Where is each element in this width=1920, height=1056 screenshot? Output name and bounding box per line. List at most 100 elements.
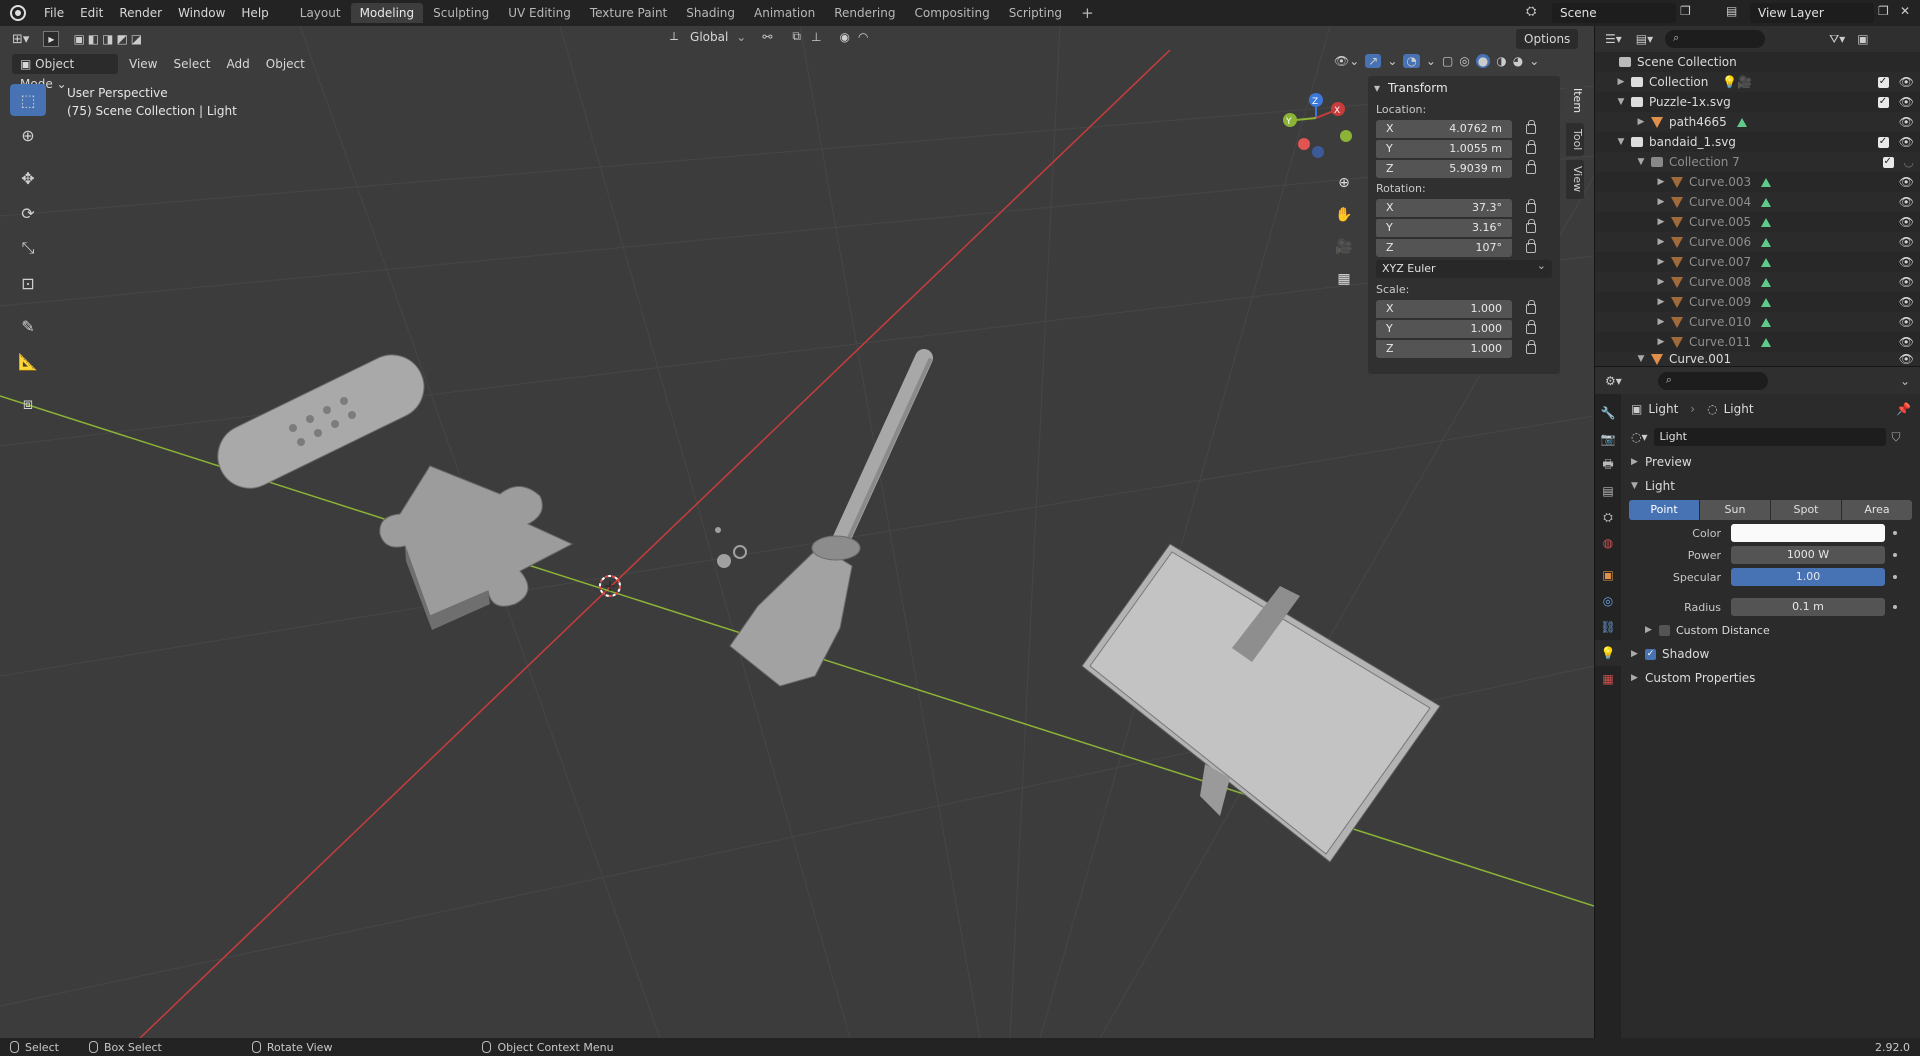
scale-y-field[interactable]: Y 1.000 (1376, 320, 1512, 338)
overlay-dropdown-icon[interactable]: ⌄ (1426, 54, 1436, 68)
outliner-row-bandaid[interactable]: ▼ bandaid_1.svg 👁 (1595, 132, 1920, 152)
new-collection-icon[interactable]: ▣ (1857, 32, 1868, 46)
transform-orientation-dropdown[interactable]: Global (682, 30, 736, 44)
chevron-down-icon[interactable]: ▼ (1635, 152, 1647, 172)
menu-help[interactable]: Help (233, 0, 276, 26)
view-layer-tab-icon[interactable]: ▤ (1595, 478, 1621, 504)
remove-view-layer-icon[interactable]: ✕ (1900, 4, 1910, 18)
tab-item[interactable]: Item (1566, 82, 1584, 120)
eye-icon[interactable]: 👁 (1899, 72, 1914, 92)
tab-rendering[interactable]: Rendering (825, 3, 904, 23)
eye-icon[interactable]: 👁 (1899, 212, 1914, 232)
visibility-icon[interactable]: 👁⌄ (1334, 54, 1359, 68)
falloff-icon[interactable]: ◠ (858, 30, 868, 44)
tab-animation[interactable]: Animation (745, 3, 824, 23)
light-type-sun-button[interactable]: Sun (1700, 500, 1770, 520)
add-workspace-button[interactable]: + (1072, 3, 1103, 23)
eye-icon[interactable]: ◡ (1904, 152, 1914, 172)
display-mode-icon[interactable]: ▤▾ (1636, 32, 1653, 46)
eye-icon[interactable]: 👁 (1899, 92, 1914, 112)
editor-type-icon[interactable]: ⊞▾ (12, 32, 29, 47)
object-tab-icon[interactable]: ▣ (1595, 562, 1621, 588)
location-y-field[interactable]: Y 1.0055 m (1376, 140, 1512, 158)
outliner-editor-type-icon[interactable]: ☰▾ (1605, 32, 1622, 46)
custom-distance-checkbox[interactable] (1659, 624, 1670, 636)
fake-user-shield-icon[interactable]: ⛉ (1892, 430, 1901, 445)
transform-tool-icon[interactable]: ⊡ (10, 267, 46, 299)
menu-view[interactable]: View (121, 57, 165, 71)
tab-shading[interactable]: Shading (677, 3, 744, 23)
measure-tool-icon[interactable]: 📐 (10, 345, 46, 377)
outliner-row-curve[interactable]: ▶ Curve.008 👁 (1595, 272, 1920, 292)
chevron-down-icon[interactable]: ⌄ (1900, 374, 1910, 388)
material-shading-icon[interactable]: ◑ (1496, 54, 1506, 68)
output-tab-icon[interactable]: 🖶 (1595, 452, 1621, 478)
eye-icon[interactable]: 👁 (1899, 312, 1914, 332)
3d-viewport[interactable]: Z X Y ⊞▾ ▸ ▣◧◨◩◪ ⟂ Global ⌄ ⚯ ⧉ ⊥ ◉ ◠ Op… (0, 26, 1594, 1038)
rotation-y-field[interactable]: Y 3.16° (1376, 219, 1512, 237)
scale-z-field[interactable]: Z 1.000 (1376, 340, 1512, 358)
add-cube-tool-icon[interactable]: ⧈ (10, 388, 46, 420)
eye-icon[interactable]: 👁 (1899, 272, 1914, 292)
outliner-row-scene-collection[interactable]: Scene Collection (1595, 52, 1920, 72)
radius-field[interactable]: 0.1 m (1731, 598, 1885, 616)
outliner-row-curve[interactable]: ▶ Curve.007 👁 (1595, 252, 1920, 272)
light-type-point-button[interactable]: Point (1629, 500, 1699, 520)
pan-hand-icon[interactable]: ✋ (1331, 202, 1357, 228)
menu-window[interactable]: Window (170, 0, 233, 26)
eye-icon[interactable]: 👁 (1899, 232, 1914, 252)
zoom-icon[interactable]: ⊕ (1331, 170, 1357, 196)
datablock-name-field[interactable]: Light (1653, 428, 1886, 446)
lock-icon[interactable] (1526, 239, 1536, 253)
outliner-row-curve[interactable]: ▶ Curve.010 👁 (1595, 312, 1920, 332)
options-dropdown[interactable]: Options (1516, 29, 1579, 49)
chevron-down-icon[interactable]: ▼ (1615, 132, 1627, 152)
exclude-checkbox[interactable] (1882, 152, 1894, 172)
eye-icon[interactable]: 👁 (1899, 352, 1914, 366)
eye-icon[interactable]: 👁 (1899, 192, 1914, 212)
tab-scripting[interactable]: Scripting (1000, 3, 1071, 23)
properties-editor-type-icon[interactable]: ⚙▾ (1605, 374, 1622, 388)
rotation-mode-dropdown[interactable]: XYZ Euler (1376, 257, 1552, 278)
lock-icon[interactable] (1526, 120, 1536, 134)
eye-icon[interactable]: 👁 (1899, 252, 1914, 272)
light-type-area-button[interactable]: Area (1842, 500, 1912, 520)
chevron-right-icon[interactable]: ▶ (1655, 192, 1667, 212)
pivot-point-icon[interactable]: ⚯ (762, 30, 772, 44)
lock-icon[interactable] (1526, 300, 1536, 314)
preview-section[interactable]: ▶ Preview (1621, 450, 1920, 474)
tab-layout[interactable]: Layout (291, 3, 350, 23)
select-tool-icon[interactable]: ▸ (43, 31, 60, 47)
menu-render[interactable]: Render (111, 0, 170, 26)
scale-x-field[interactable]: X 1.000 (1376, 300, 1512, 318)
light-type-spot-button[interactable]: Spot (1771, 500, 1841, 520)
keyframe-dot-icon[interactable] (1893, 531, 1897, 535)
lock-icon[interactable] (1526, 199, 1536, 213)
snap-target-icon[interactable]: ⊥ (811, 30, 821, 44)
outliner-row-collection-7[interactable]: ▼ Collection 7 ◡ (1595, 152, 1920, 172)
shadow-checkbox[interactable]: ✓ (1645, 648, 1656, 660)
outliner-row-curve-001[interactable]: ▼ Curve.001 👁 (1595, 352, 1920, 366)
solid-shading-icon[interactable]: ● (1475, 54, 1491, 68)
tool-tab-icon[interactable]: 🔧 (1595, 400, 1621, 426)
chevron-right-icon[interactable]: ▶ (1655, 312, 1667, 332)
new-scene-icon[interactable]: ❐ (1680, 4, 1691, 18)
location-z-field[interactable]: Z 5.9039 m (1376, 160, 1512, 178)
keyframe-dot-icon[interactable] (1893, 575, 1897, 579)
shading-dropdown-icon[interactable]: ⌄ (1529, 54, 1539, 68)
ortho-grid-icon[interactable]: ▦ (1331, 266, 1357, 292)
chevron-right-icon[interactable]: ▶ (1655, 272, 1667, 292)
chevron-right-icon[interactable]: ▶ (1655, 252, 1667, 272)
snap-icon[interactable]: ⧉ (792, 29, 801, 44)
move-tool-icon[interactable]: ✥ (10, 162, 46, 194)
chevron-down-icon[interactable]: ▼ (1615, 92, 1627, 112)
render-tab-icon[interactable]: 📷 (1595, 426, 1621, 452)
eye-icon[interactable]: 👁 (1899, 332, 1914, 352)
eye-icon[interactable]: 👁 (1899, 292, 1914, 312)
shadow-section[interactable]: ▶ ✓ Shadow (1621, 642, 1920, 666)
color-swatch[interactable] (1731, 524, 1885, 542)
world-tab-icon[interactable]: ◍ (1595, 530, 1621, 556)
menu-edit[interactable]: Edit (72, 0, 111, 26)
outliner-row-curve[interactable]: ▶ Curve.005 👁 (1595, 212, 1920, 232)
menu-object[interactable]: Object (258, 57, 313, 71)
